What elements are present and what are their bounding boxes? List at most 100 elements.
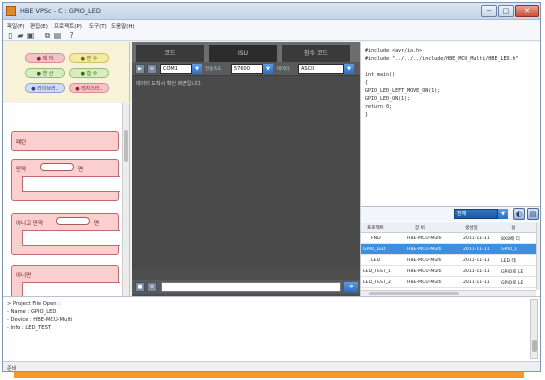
- paste-icon[interactable]: ▤: [53, 31, 62, 40]
- table-row[interactable]: FND HBE-MCU-Multi 2011-11-11 8X8배 디: [361, 233, 536, 244]
- if-block[interactable]: 만약 면: [11, 159, 120, 201]
- block-label: 만약: [16, 167, 27, 173]
- code-line: #include "../../../include/HBE_MCU_Multi…: [365, 56, 519, 62]
- else-block[interactable]: 아니면: [11, 265, 120, 296]
- table-row[interactable]: LED_TEST_1 HBE-MCU-Multi 2011-11-11 GPIO…: [361, 266, 536, 277]
- serial-message: 데이터 도착시 확인 화면입니다.: [136, 81, 203, 87]
- project-info-icon[interactable]: ◐: [513, 208, 525, 220]
- block-body-slot[interactable]: [22, 282, 120, 296]
- table-cell: GPIO_LED: [363, 247, 386, 252]
- table-cell: LED_TEST_2: [363, 280, 391, 285]
- baud-select[interactable]: 57600: [231, 64, 263, 74]
- project-filter-select[interactable]: 전체: [454, 209, 498, 219]
- port-select[interactable]: COM1: [160, 64, 192, 74]
- scrollbar-thumb[interactable]: [532, 340, 537, 352]
- code-line: #include <avr/io.h>: [365, 48, 423, 54]
- serial-control-bar: ▶ ≡ COM1 ▼ 전송속도 57600 ▼ 데이터 ASCII ▼: [132, 62, 360, 76]
- options-icon[interactable]: ≡: [147, 282, 157, 292]
- table-cell: HBE-MCU-Multi: [407, 280, 442, 285]
- table-cell: 2011-11-11: [463, 280, 490, 285]
- condition-slot[interactable]: [40, 163, 74, 171]
- table-row[interactable]: LED HBE-MCU-Multi 2011-11-11 LED 테: [361, 255, 536, 266]
- title-bar: HBE VPSc - C : GPIO_LED − □ ✕: [3, 3, 540, 20]
- output-line: - Info : LED_TEST: [7, 325, 52, 331]
- display-select[interactable]: ASCII: [298, 64, 344, 74]
- category-library-button[interactable]: ● 라이브러..: [25, 83, 65, 93]
- category-control-button[interactable]: ● 제 어: [25, 53, 65, 63]
- tab-function-code[interactable]: 함수 코드: [282, 45, 350, 62]
- block-label: 면: [78, 167, 84, 173]
- tab-isu[interactable]: ISU: [209, 45, 277, 62]
- close-button[interactable]: ✕: [515, 5, 539, 17]
- clear-icon[interactable]: ■: [135, 282, 145, 292]
- send-input[interactable]: [161, 282, 341, 292]
- chevron-down-icon[interactable]: ▼: [263, 64, 273, 74]
- table-cell: 8X8배 디: [501, 237, 520, 242]
- project-list-icon[interactable]: ▤: [527, 208, 539, 220]
- category-register-button[interactable]: ● 레지스터..: [69, 83, 109, 93]
- table-row[interactable]: LED_TEST_2 HBE-MCU-Multi 2011-11-11 GPIO…: [361, 277, 536, 288]
- help-icon[interactable]: ?: [67, 31, 76, 40]
- send-button[interactable]: ➜: [344, 282, 358, 292]
- chevron-down-icon[interactable]: ▼: [498, 209, 508, 219]
- code-line: GPIO_LED_ON(1);: [365, 96, 411, 102]
- menu-project[interactable]: 프로젝트(P): [54, 22, 82, 30]
- block-list: 패턴 만약 면 아니고 만약 면 아니면: [3, 103, 130, 296]
- project-table: 프로젝트 장 비 생성일 설 FND HBE-MCU-Multi 2011-11…: [361, 222, 536, 290]
- open-folder-icon[interactable]: ▰: [16, 31, 25, 40]
- code-line: int main(): [365, 72, 396, 78]
- block-body-slot[interactable]: [22, 230, 120, 246]
- tab-code[interactable]: 코드: [136, 45, 204, 62]
- category-function-button[interactable]: ● 함 수: [69, 68, 109, 78]
- serial-send-bar: ■ ≡ ➜: [132, 280, 360, 294]
- table-cell: LED_TEST_1: [363, 269, 391, 274]
- project-vertical-scrollbar[interactable]: [536, 222, 540, 290]
- table-row[interactable]: GPIO_LED HBE-MCU-Multi 2011-11-11 GPIO_L: [361, 244, 536, 255]
- category-variable-button[interactable]: ● 변 수: [69, 53, 109, 63]
- accent-strip: [14, 372, 524, 378]
- scrollbar-thumb[interactable]: [124, 130, 128, 162]
- output-line: > Project File Open :: [7, 301, 60, 307]
- block-list-scrollbar[interactable]: [122, 103, 129, 296]
- table-cell: GPIO로 LE: [501, 281, 524, 286]
- block-body-slot[interactable]: [22, 176, 120, 192]
- settings-icon[interactable]: ≡: [147, 64, 157, 74]
- copy-icon[interactable]: ⧉: [43, 31, 52, 40]
- column-header[interactable]: 장 비: [415, 225, 445, 231]
- output-scrollbar[interactable]: [530, 299, 538, 359]
- table-cell: LED 테: [501, 259, 516, 264]
- minimize-button[interactable]: −: [481, 5, 497, 17]
- toolbar: ▯ ▰ ▣ ⧉ ▤ ?: [3, 30, 540, 41]
- code-line: GPIO_LED_LEFT_MOVE_ON(1);: [365, 88, 441, 94]
- maximize-button[interactable]: □: [498, 5, 514, 17]
- menu-help[interactable]: 도움말(H): [111, 22, 135, 30]
- code-editor[interactable]: #include <avr/io.h> #include "../../../i…: [360, 42, 540, 206]
- category-operator-button[interactable]: ● 연 산: [25, 68, 65, 78]
- column-header[interactable]: 설: [511, 225, 535, 231]
- chevron-down-icon[interactable]: ▼: [344, 64, 354, 74]
- menu-file[interactable]: 파일(F): [7, 22, 25, 30]
- new-file-icon[interactable]: ▯: [6, 31, 15, 40]
- menu-edit[interactable]: 편집(E): [30, 22, 48, 30]
- save-icon[interactable]: ▣: [26, 31, 35, 40]
- pattern-block[interactable]: 패턴: [11, 131, 119, 151]
- baud-label: 전송속도: [205, 67, 222, 72]
- scrollbar-thumb[interactable]: [369, 292, 459, 295]
- output-line: - Device : HBE-MCU-Multi: [7, 317, 73, 323]
- table-cell: HBE-MCU-Multi: [407, 247, 442, 252]
- display-label: 데이터: [277, 67, 290, 72]
- condition-slot[interactable]: [56, 217, 90, 225]
- table-cell: 2011-11-11: [463, 269, 490, 274]
- menu-tools[interactable]: 도구(T): [89, 22, 107, 30]
- column-header[interactable]: 생성일: [465, 225, 493, 231]
- chevron-down-icon[interactable]: ▼: [192, 64, 202, 74]
- connect-icon[interactable]: ▶: [135, 64, 145, 74]
- serial-panel: 코드 ISU 함수 코드 ▶ ≡ COM1 ▼ 전송속도 57600 ▼ 데이터…: [132, 42, 360, 296]
- else-if-block[interactable]: 아니고 만약 면: [11, 213, 120, 255]
- app-window: HBE VPSc - C : GPIO_LED − □ ✕ 파일(F) 편집(E…: [2, 2, 541, 372]
- table-cell: HBE-MCU-Multi: [407, 236, 442, 241]
- column-header[interactable]: 프로젝트: [367, 225, 397, 231]
- code-line: {: [365, 80, 369, 86]
- code-line: }: [365, 112, 369, 118]
- table-header: 프로젝트 장 비 생성일 설: [361, 222, 536, 233]
